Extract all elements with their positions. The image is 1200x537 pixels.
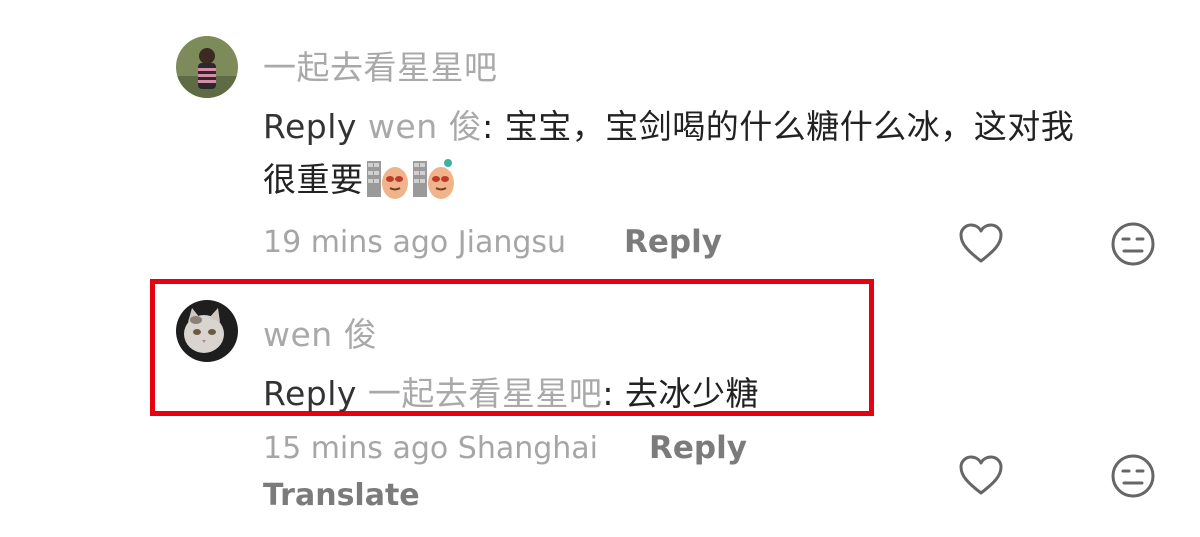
comment-2-meta: 15 mins ago Shanghai bbox=[263, 431, 598, 466]
comment-1-mention[interactable]: wen 俊 bbox=[368, 107, 482, 146]
sticker-emoji-icon bbox=[412, 155, 456, 207]
avatar-comment-2[interactable] bbox=[176, 300, 238, 362]
comment-1-meta: 19 mins ago Jiangsu bbox=[263, 225, 566, 260]
comment-1-text-continued: 很重要 bbox=[263, 160, 364, 199]
comment-1-reply-word: Reply bbox=[263, 107, 357, 146]
comment-2-text: : 去冰少糖 bbox=[602, 374, 760, 413]
comment-2-translate-button[interactable]: Translate bbox=[263, 478, 420, 513]
comment-1-username[interactable]: 一起去看星星吧 bbox=[263, 41, 498, 89]
comment-1-text: : 宝宝，宝剑喝的什么糖什么冰，这对我 bbox=[482, 107, 1075, 146]
comment-2-reply-word: Reply bbox=[263, 374, 357, 413]
comment-1-text-line-1: Reply wen 俊: 宝宝，宝剑喝的什么糖什么冰，这对我 bbox=[263, 100, 1074, 148]
comment-2-username[interactable]: wen 俊 bbox=[263, 308, 377, 356]
avatar-comment-1[interactable] bbox=[176, 36, 238, 98]
comment-2-mention[interactable]: 一起去看星星吧 bbox=[368, 374, 603, 413]
comment-1-time: 19 mins ago bbox=[263, 225, 449, 260]
comment-1-reply-button[interactable]: Reply bbox=[624, 224, 722, 260]
heart-icon[interactable] bbox=[958, 221, 1004, 265]
comment-2-reply-button[interactable]: Reply bbox=[649, 430, 747, 466]
neutral-face-icon[interactable] bbox=[1110, 453, 1156, 499]
comment-1-text-line-2: 很重要 bbox=[263, 153, 456, 207]
comment-2-time: 15 mins ago bbox=[263, 431, 449, 466]
sticker-emoji-icon bbox=[366, 155, 410, 207]
neutral-face-icon[interactable] bbox=[1110, 221, 1156, 267]
comment-1-location: Jiangsu bbox=[457, 225, 567, 260]
heart-icon[interactable] bbox=[958, 453, 1004, 497]
comment-2-location: Shanghai bbox=[457, 431, 599, 466]
comment-2-text-line: Reply 一起去看星星吧: 去冰少糖 bbox=[263, 367, 759, 415]
